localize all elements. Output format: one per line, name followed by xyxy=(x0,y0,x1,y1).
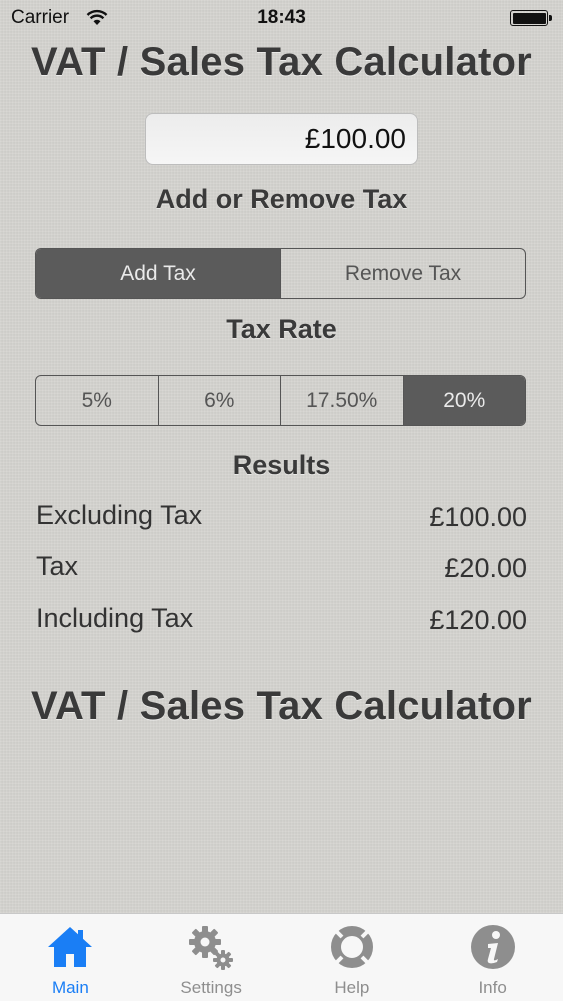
including-tax-value: £120.00 xyxy=(429,605,527,635)
including-tax-label: Including Tax xyxy=(36,603,194,633)
gears-icon xyxy=(189,926,234,970)
add-tax-segment[interactable]: Add Tax xyxy=(36,249,280,298)
tab-help[interactable]: Help xyxy=(282,914,423,1001)
results-label: Results xyxy=(232,450,331,480)
tab-bar: Main Settings Help Info xyxy=(0,913,563,1001)
tax-value: £20.00 xyxy=(444,553,527,583)
tab-main[interactable]: Main xyxy=(0,914,141,1001)
rate-5-segment[interactable]: 5% xyxy=(36,376,158,425)
tax-rate-segmented-control: 5% 6% 17.50% 20% xyxy=(35,375,526,426)
rate-20-segment[interactable]: 20% xyxy=(402,376,525,425)
tax-mode-label: Add or Remove Tax xyxy=(155,184,408,214)
result-row-tax: Tax £20.00 xyxy=(36,551,527,587)
excluding-tax-value: £100.00 xyxy=(429,502,527,532)
tab-main-label: Main xyxy=(51,978,89,997)
remove-tax-segment[interactable]: Remove Tax xyxy=(280,249,525,298)
tab-info-label: Info xyxy=(478,978,507,997)
tab-help-label: Help xyxy=(334,978,370,997)
status-time: 18:43 xyxy=(257,7,306,28)
amount-input[interactable] xyxy=(145,113,418,165)
battery-icon xyxy=(510,10,552,26)
info-icon xyxy=(470,925,515,969)
result-row-excluding-tax: Excluding Tax £100.00 xyxy=(36,500,527,536)
rate-6-segment[interactable]: 6% xyxy=(157,376,281,425)
status-bar: Carrier 18:43 xyxy=(0,0,563,36)
result-row-including-tax: Including Tax £120.00 xyxy=(36,603,527,639)
excluding-tax-label: Excluding Tax xyxy=(36,500,203,530)
tab-settings[interactable]: Settings xyxy=(141,914,282,1001)
page-title: VAT / Sales Tax Calculator xyxy=(31,40,532,84)
footer-title: VAT / Sales Tax Calculator xyxy=(31,684,532,728)
lifebuoy-icon xyxy=(330,926,373,968)
tab-info[interactable]: Info xyxy=(422,914,563,1001)
tax-mode-segmented-control: Add Tax Remove Tax xyxy=(35,248,526,299)
tax-rate-label: Tax Rate xyxy=(226,314,337,344)
rate-17-50-segment[interactable]: 17.50% xyxy=(280,376,403,425)
tab-settings-label: Settings xyxy=(180,978,242,997)
house-icon xyxy=(48,927,93,967)
tax-label: Tax xyxy=(36,551,79,581)
